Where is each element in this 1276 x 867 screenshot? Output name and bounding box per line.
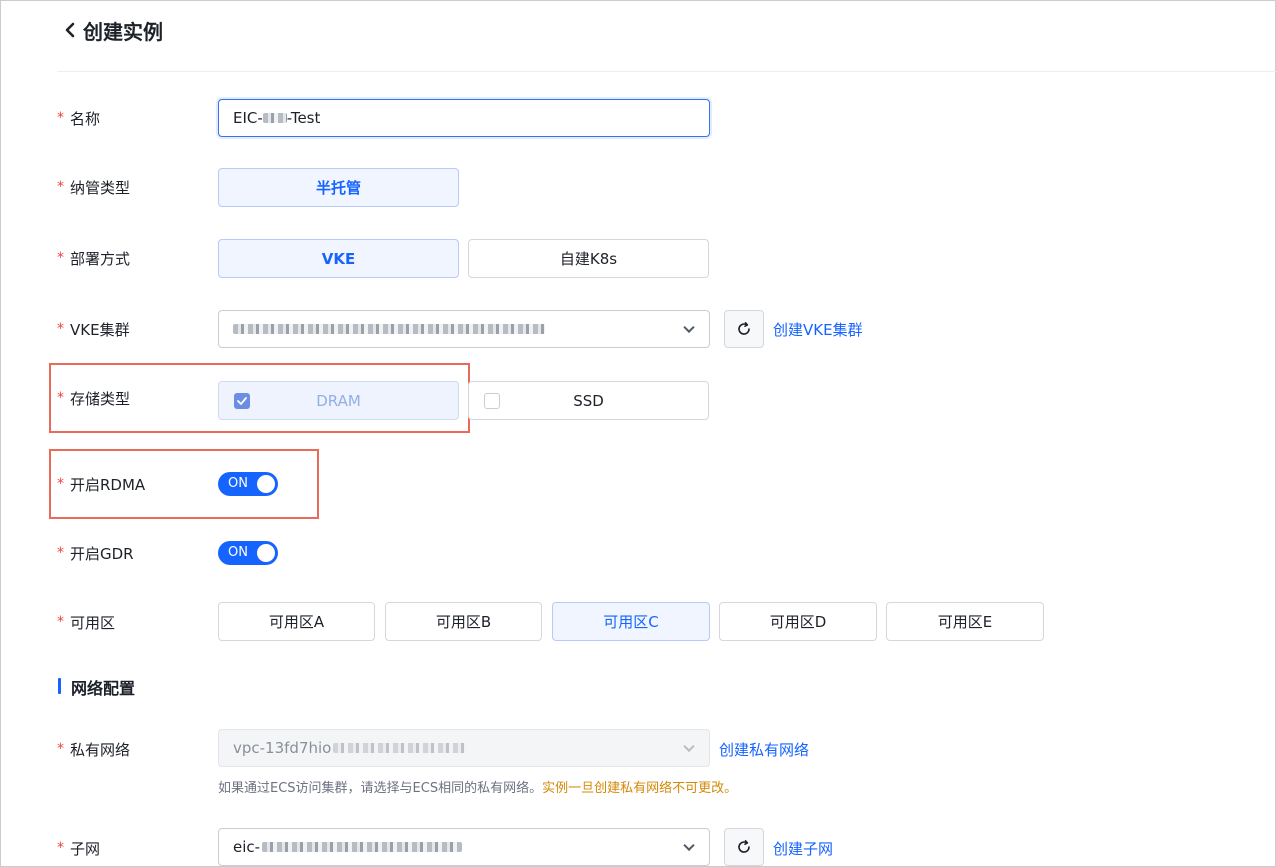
redacted-text [262,842,463,852]
required-mark: * [57,390,64,406]
vke-cluster-select[interactable] [218,310,710,348]
managed-type-label: * 纳管类型 [57,178,131,197]
subnet-label: * 子网 [57,839,101,858]
required-mark: * [57,179,64,195]
required-mark: * [57,741,64,757]
create-vke-cluster-link[interactable]: 创建VKE集群 [773,319,863,340]
chevron-left-icon[interactable] [63,20,77,40]
managed-type-option-semi[interactable]: 半托管 [218,168,459,207]
redacted-text [233,324,545,334]
rdma-label: * 开启RDMA [57,475,146,494]
create-subnet-link[interactable]: 创建子网 [773,838,833,859]
storage-type-label: * 存储类型 [57,389,131,408]
header-divider [57,71,1276,72]
storage-option-ssd[interactable]: SSD [468,381,709,420]
network-section-title: 网络配置 [71,679,136,698]
vke-cluster-label: * VKE集群 [57,320,130,339]
page-frame: 创建实例 * 名称 EIC- -Test * 纳管类型 半托管 * 部署方式 V… [0,0,1276,867]
deploy-mode-option-k8s[interactable]: 自建K8s [468,239,709,278]
zone-option-c[interactable]: 可用区C [552,602,710,641]
vpc-label: * 私有网络 [57,740,131,759]
subnet-select[interactable]: eic- [218,828,710,866]
required-mark: * [57,614,64,630]
gdr-toggle[interactable]: ON [218,541,278,565]
name-input[interactable]: EIC- -Test [218,99,710,137]
section-accent-bar [58,678,61,694]
back-header[interactable]: 创建实例 [63,15,163,45]
required-mark: * [57,476,64,492]
required-mark: * [57,321,64,337]
required-mark: * [57,250,64,266]
chevron-down-icon [683,321,695,334]
vpc-warning-text: 实例一旦创建私有网络不可更改。 [542,781,738,796]
chevron-down-icon [683,839,695,852]
zone-option-e[interactable]: 可用区E [886,602,1044,641]
redacted-text [262,113,287,123]
checkbox-icon[interactable] [484,393,500,409]
zone-option-d[interactable]: 可用区D [719,602,877,641]
toggle-knob [257,544,275,562]
zone-option-b[interactable]: 可用区B [385,602,542,641]
refresh-icon [738,840,750,853]
required-mark: * [57,840,64,856]
storage-option-dram[interactable]: DRAM [218,381,459,420]
create-vpc-link[interactable]: 创建私有网络 [719,739,809,760]
name-label: * 名称 [57,109,101,128]
checkbox-checked-icon[interactable] [234,393,250,409]
gdr-label: * 开启GDR [57,544,134,563]
deploy-mode-label: * 部署方式 [57,249,131,268]
rdma-toggle[interactable]: ON [218,472,278,496]
deploy-mode-option-vke[interactable]: VKE [218,239,459,278]
required-mark: * [57,545,64,561]
redacted-text [333,743,468,753]
required-mark: * [57,110,64,126]
refresh-icon [738,322,750,335]
toggle-knob [257,475,275,493]
page-title: 创建实例 [83,19,163,44]
refresh-cluster-button[interactable] [724,310,764,348]
vpc-select[interactable]: vpc-13fd7hio [218,729,710,767]
chevron-down-icon [683,740,695,753]
zone-label: * 可用区 [57,613,116,632]
vpc-help-text: 如果通过ECS访问集群，请选择与ECS相同的私有网络。实例一旦创建私有网络不可更… [218,781,738,796]
refresh-subnet-button[interactable] [724,828,764,866]
zone-option-a[interactable]: 可用区A [218,602,375,641]
